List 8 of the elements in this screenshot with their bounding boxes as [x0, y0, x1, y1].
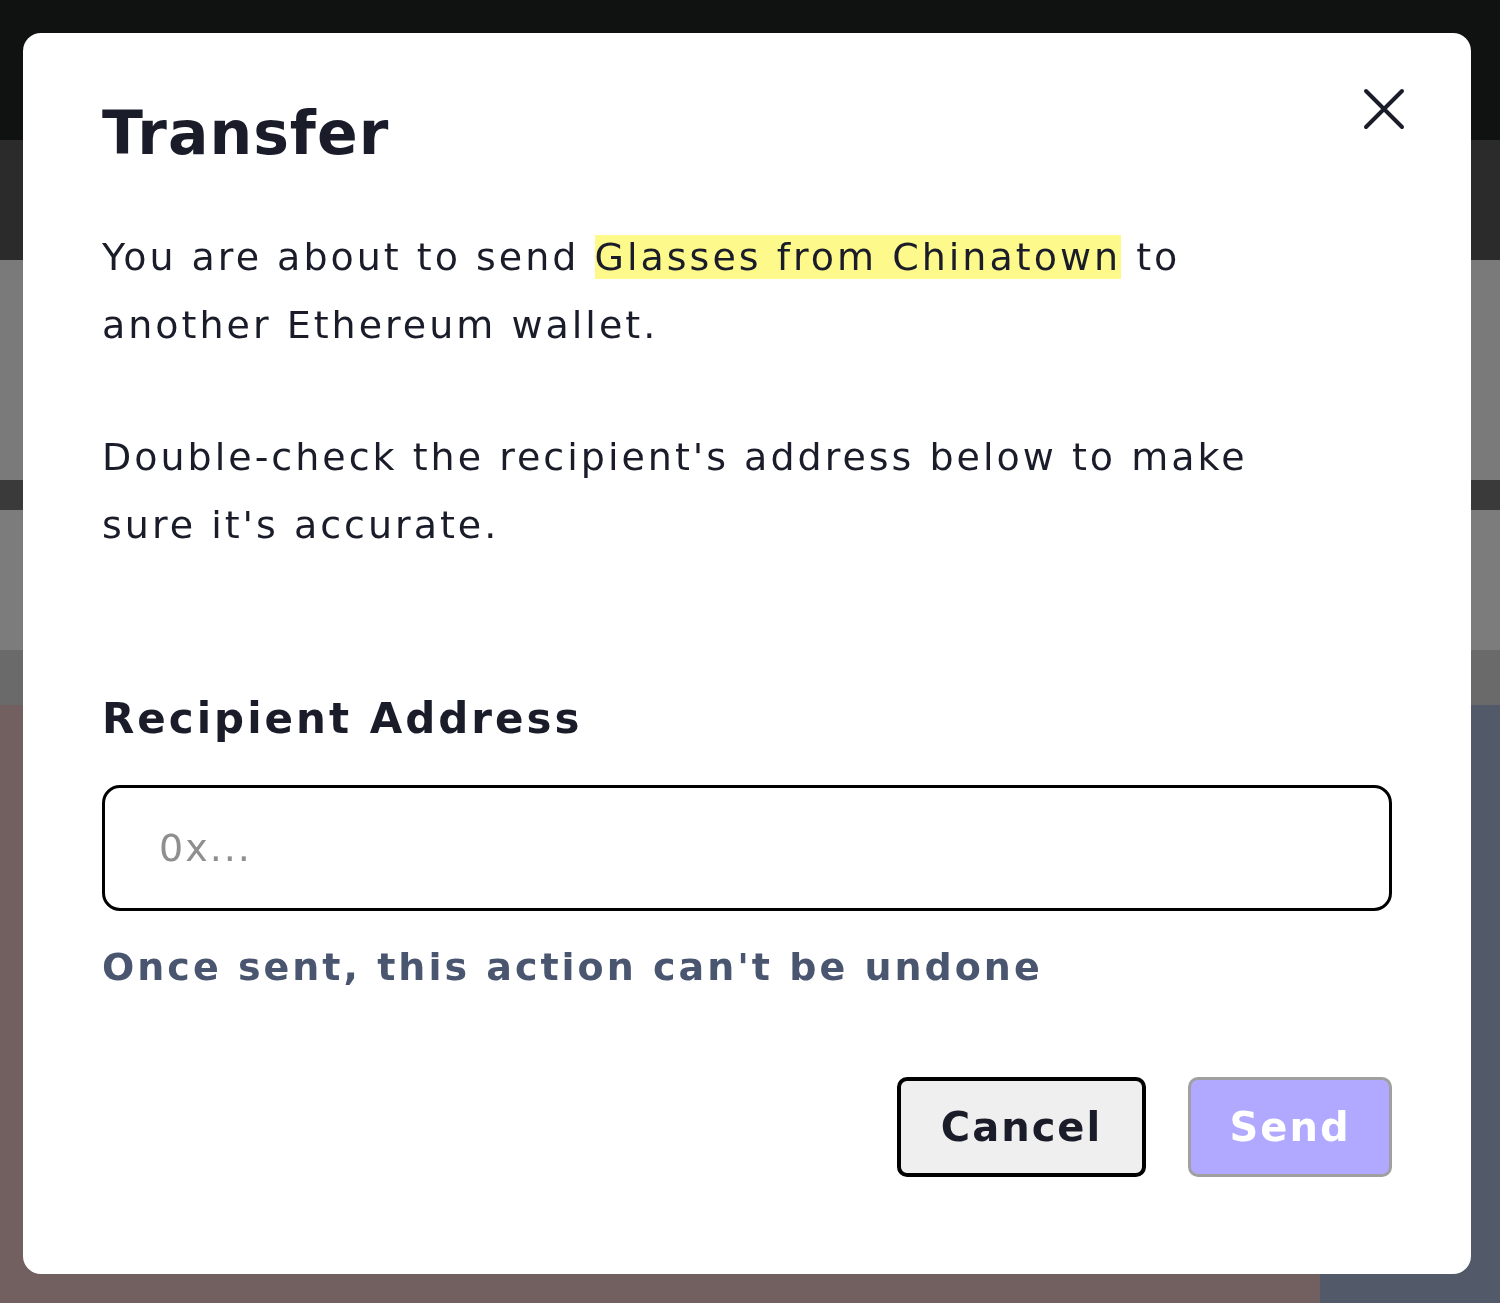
cancel-button[interactable]: Cancel: [897, 1077, 1146, 1177]
hint-text: Once sent, this action can't be undone: [102, 944, 1043, 991]
transfer-message: You are about to send Glasses from Chinatown to another Ethereum wallet.: [102, 234, 1182, 349]
dialog-title: Transfer: [102, 97, 390, 170]
close-icon[interactable]: [1362, 87, 1406, 131]
address-field[interactable]: 0x...: [102, 785, 1392, 911]
field-label: Recipient Address: [102, 693, 583, 745]
warning-note: Double-check the recipient's address below to make sure it's accurate.: [102, 434, 1249, 549]
